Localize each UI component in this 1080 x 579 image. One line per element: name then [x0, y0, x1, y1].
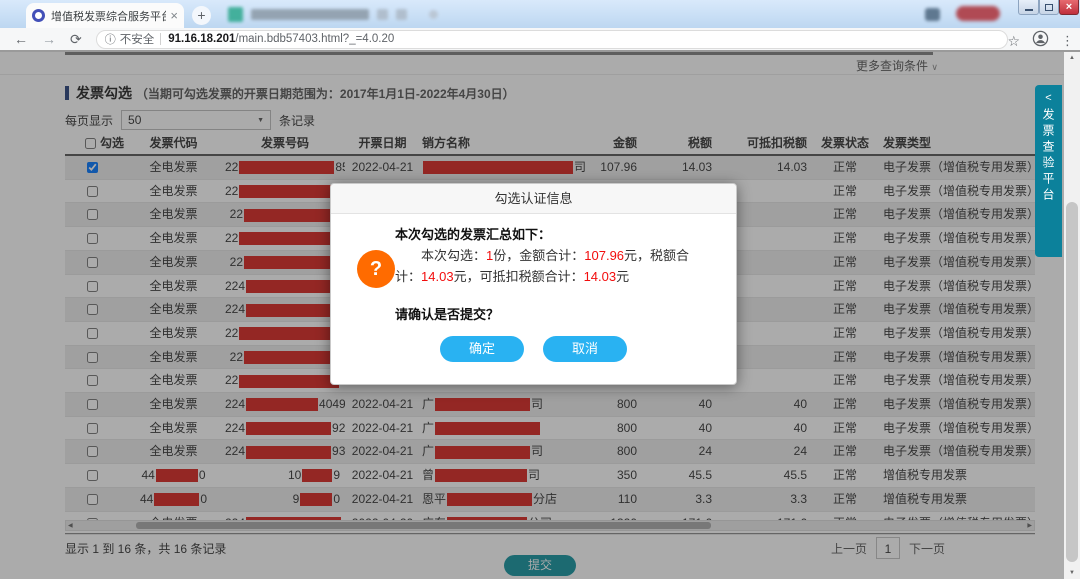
question-icon: ?: [357, 250, 395, 288]
redacted-tab-control: [429, 10, 438, 19]
url-host: 91.16.18.201: [168, 33, 235, 45]
modal-confirm-question: 请确认是否提交？: [395, 304, 499, 323]
minimize-icon: [1025, 9, 1033, 11]
collapse-arrow-icon: <: [1035, 92, 1062, 104]
confirm-cancel-button[interactable]: 取消: [543, 336, 627, 362]
summary-text: 元: [616, 269, 629, 284]
url-divider: [160, 33, 161, 45]
redacted-tabs: [228, 6, 438, 23]
summary-highlight-value: 14.03: [584, 269, 617, 284]
tab-favicon-icon: [32, 9, 45, 22]
browser-titlebar: 增值税发票综合服务平台 × + ×: [0, 0, 1080, 28]
summary-text: 元，可抵扣税额合计：: [454, 269, 584, 284]
tab-close-icon[interactable]: ×: [170, 8, 178, 23]
side-tab-label: 发票查验平台: [1040, 108, 1057, 204]
security-label: 不安全: [120, 31, 155, 47]
confirm-ok-button[interactable]: 确定: [440, 336, 524, 362]
info-icon[interactable]: ⓘ: [105, 31, 116, 47]
vertical-scrollbar[interactable]: ▲ ▼: [1064, 52, 1080, 579]
page-content: 更多查询条件 ∨ 发票勾选 （当期可勾选发票的开票日期范围为：2017年1月1日…: [0, 52, 1080, 579]
redacted-titlebar-badge: [956, 6, 1000, 21]
scroll-down-icon[interactable]: ▼: [1064, 570, 1080, 576]
redacted-tab-favicon: [228, 7, 243, 22]
summary-text: 本次勾选：: [421, 248, 486, 263]
url-path: /main.bdb57403.html?_=4.0.20: [235, 33, 394, 45]
redacted-tab-control: [396, 9, 407, 20]
invoice-verify-side-tab[interactable]: < 发票查验平台: [1035, 85, 1062, 257]
profile-avatar-icon[interactable]: [1032, 30, 1049, 52]
confirm-modal: 勾选认证信息 本次勾选的发票汇总如下： ? 本次勾选：1份，金额合计：107.9…: [330, 183, 737, 385]
redacted-titlebar-item: [925, 8, 940, 21]
bookmark-star-icon[interactable]: ☆: [1007, 33, 1020, 50]
url-bar[interactable]: ⓘ 不安全 91.16.18.201 /main.bdb57403.html?_…: [96, 30, 1008, 49]
browser-menu-icon[interactable]: ⋮: [1061, 33, 1074, 49]
maximize-icon: [1045, 4, 1053, 11]
redacted-tab-control: [377, 9, 388, 20]
vertical-scroll-thumb[interactable]: [1066, 202, 1078, 562]
summary-highlight-value: 14.03: [421, 269, 454, 284]
back-icon[interactable]: ←: [14, 31, 28, 47]
modal-title: 勾选认证信息: [331, 184, 736, 214]
window-maximize-button[interactable]: [1039, 0, 1059, 15]
scroll-up-icon[interactable]: ▲: [1064, 55, 1080, 61]
redacted-tab-title: [251, 9, 369, 20]
summary-highlight-value: 107.96: [584, 248, 624, 263]
reload-icon[interactable]: ⟳: [70, 31, 82, 48]
browser-tab-active[interactable]: 增值税发票综合服务平台 ×: [26, 3, 184, 28]
browser-toolbar: ← → ⟳ ⓘ 不安全 91.16.18.201 /main.bdb57403.…: [0, 28, 1080, 52]
window-close-button[interactable]: ×: [1059, 0, 1079, 15]
summary-text: 份，金额合计：: [493, 248, 584, 263]
modal-summary-heading: 本次勾选的发票汇总如下：: [395, 224, 551, 243]
tab-title: 增值税发票综合服务平台: [51, 8, 166, 24]
modal-summary-text: 本次勾选：1份，金额合计：107.96元，税额合计：14.03元，可抵扣税额合计…: [395, 245, 714, 287]
browser-window: 增值税发票综合服务平台 × + × ← → ⟳ ⓘ 不安全 91.16.18.2…: [0, 0, 1080, 579]
forward-icon[interactable]: →: [42, 31, 56, 47]
modal-buttons: 确定 取消: [331, 336, 736, 362]
close-icon: ×: [1066, 2, 1072, 13]
new-tab-button[interactable]: +: [192, 6, 211, 25]
window-minimize-button[interactable]: [1018, 0, 1039, 15]
